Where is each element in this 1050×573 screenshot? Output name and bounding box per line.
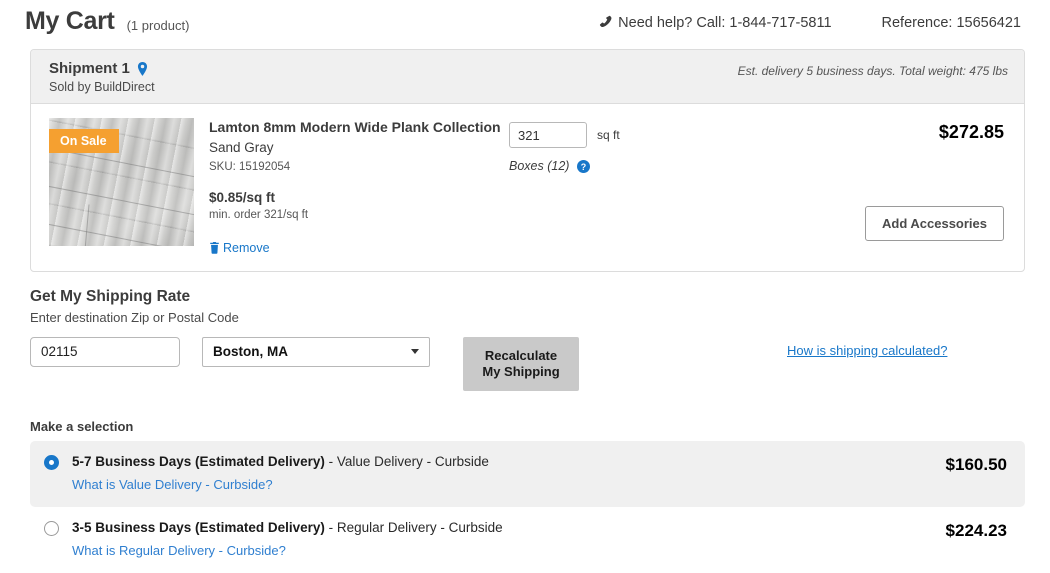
cart-page: My Cart (1 product) Need help? Call: 1-8… [0,0,1050,528]
product-image-wood-plank[interactable]: On Sale [49,118,194,246]
quantity-input[interactable] [509,122,587,148]
quantity-unit-label: sq ft [597,128,620,142]
shipping-option-radio[interactable] [44,455,59,470]
shipping-rate-section: Get My Shipping Rate Enter destination Z… [30,288,1025,573]
shipping-option-body: 3-5 Business Days (Estimated Delivery) -… [59,520,503,560]
shipment-title: Shipment 1 [49,60,130,77]
product-line-total: $272.85 [939,122,1004,143]
shipping-option-price: $224.23 [946,520,1007,541]
shipping-section-title: Get My Shipping Rate [30,288,1025,306]
product-sku: SKU: 15192054 [209,161,509,173]
chevron-down-icon [411,349,419,354]
cart-product-count: (1 product) [127,10,190,33]
product-color: Sand Gray [209,140,509,155]
add-accessories-button[interactable]: Add Accessories [865,206,1004,241]
shipping-section-subtitle: Enter destination Zip or Postal Code [30,310,1025,325]
shipping-option-body: 5-7 Business Days (Estimated Delivery) -… [59,454,489,494]
quantity-row: sq ft [509,122,829,148]
header-right-group: Need help? Call: 1-844-717-5811 Referenc… [599,12,1025,31]
shipping-option-row[interactable]: 5-7 Business Days (Estimated Delivery) -… [30,441,1025,507]
product-unit-price: $0.85/sq ft [209,190,509,205]
recalculate-shipping-button[interactable]: Recalculate My Shipping [463,337,579,392]
shipping-option-info-link[interactable]: What is Regular Delivery - Curbside? [72,543,286,558]
recalculate-line-2: My Shipping [482,364,559,379]
need-help-phone[interactable]: Need help? Call: 1-844-717-5811 [599,15,831,31]
svg-text:?: ? [581,161,586,171]
help-circle-icon[interactable]: ? [577,160,590,173]
boxes-count-label: Boxes (12) [509,159,569,173]
remove-product-button[interactable]: Remove [209,241,270,255]
product-price-block: $272.85 Add Accessories [865,118,1008,259]
trash-icon [209,242,220,254]
shipment-card: Shipment 1 Sold by BuildDirect Est. deli… [30,49,1025,272]
shipping-option-info-link[interactable]: What is Value Delivery - Curbside? [72,477,273,492]
quantity-block: sq ft Boxes (12) ? [509,118,829,259]
remove-product-label: Remove [223,241,270,255]
product-info: Lamton 8mm Modern Wide Plank Collection … [194,118,509,259]
shipping-options-list: 5-7 Business Days (Estimated Delivery) -… [30,441,1025,573]
shipment-title-row: Shipment 1 [49,60,155,77]
shipping-option-method: Value Delivery - Curbside [337,454,489,469]
location-pin-icon[interactable] [137,62,148,76]
page-header: My Cart (1 product) Need help? Call: 1-8… [0,0,1050,42]
order-reference: Reference: 15656421 [882,15,1021,31]
shipment-header: Shipment 1 Sold by BuildDirect Est. deli… [31,50,1024,104]
shipping-option-days: 5-7 Business Days (Estimated Delivery) [72,454,325,469]
shipping-controls: Boston, MA Recalculate My Shipping How i… [30,337,1025,392]
shipping-option-row[interactable]: 3-5 Business Days (Estimated Delivery) -… [30,507,1025,573]
shipment-header-left: Shipment 1 Sold by BuildDirect [49,60,155,94]
shipping-option-price: $160.50 [946,454,1007,475]
recalculate-line-1: Recalculate [485,348,557,363]
on-sale-badge: On Sale [49,129,119,153]
need-help-text: Need help? Call: 1-844-717-5811 [618,15,831,31]
shipping-option-text: 5-7 Business Days (Estimated Delivery) -… [72,454,489,470]
product-min-order: min. order 321/sq ft [209,209,509,221]
product-name[interactable]: Lamton 8mm Modern Wide Plank Collection [209,119,509,137]
shipping-option-separator: - [325,454,337,469]
city-select-value: Boston, MA [213,344,288,359]
shipping-option-radio[interactable] [44,521,59,536]
shipping-option-text: 3-5 Business Days (Estimated Delivery) -… [72,520,503,536]
boxes-row: Boxes (12) ? [509,159,829,173]
city-select[interactable]: Boston, MA [202,337,430,367]
shipment-sold-by: Sold by BuildDirect [49,80,155,94]
how-is-shipping-calculated-link[interactable]: How is shipping calculated? [787,343,947,358]
make-a-selection-label: Make a selection [30,419,1025,434]
page-title: My Cart [25,7,115,36]
shipment-delivery-meta: Est. delivery 5 business days. Total wei… [738,60,1008,78]
zip-code-input[interactable] [30,337,180,367]
product-row: On Sale Lamton 8mm Modern Wide Plank Col… [31,104,1024,271]
phone-icon [599,15,612,30]
